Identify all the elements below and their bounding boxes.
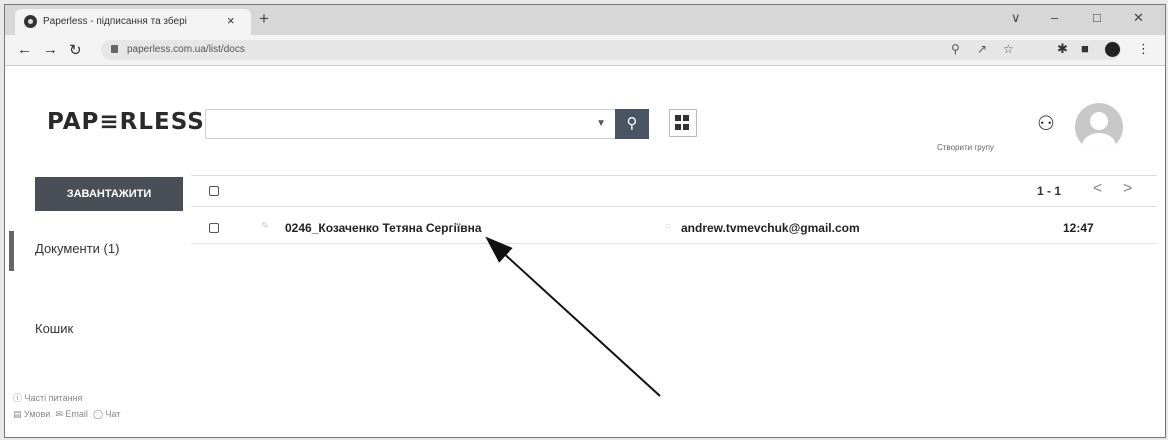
annotation-arrow: [485, 236, 661, 397]
